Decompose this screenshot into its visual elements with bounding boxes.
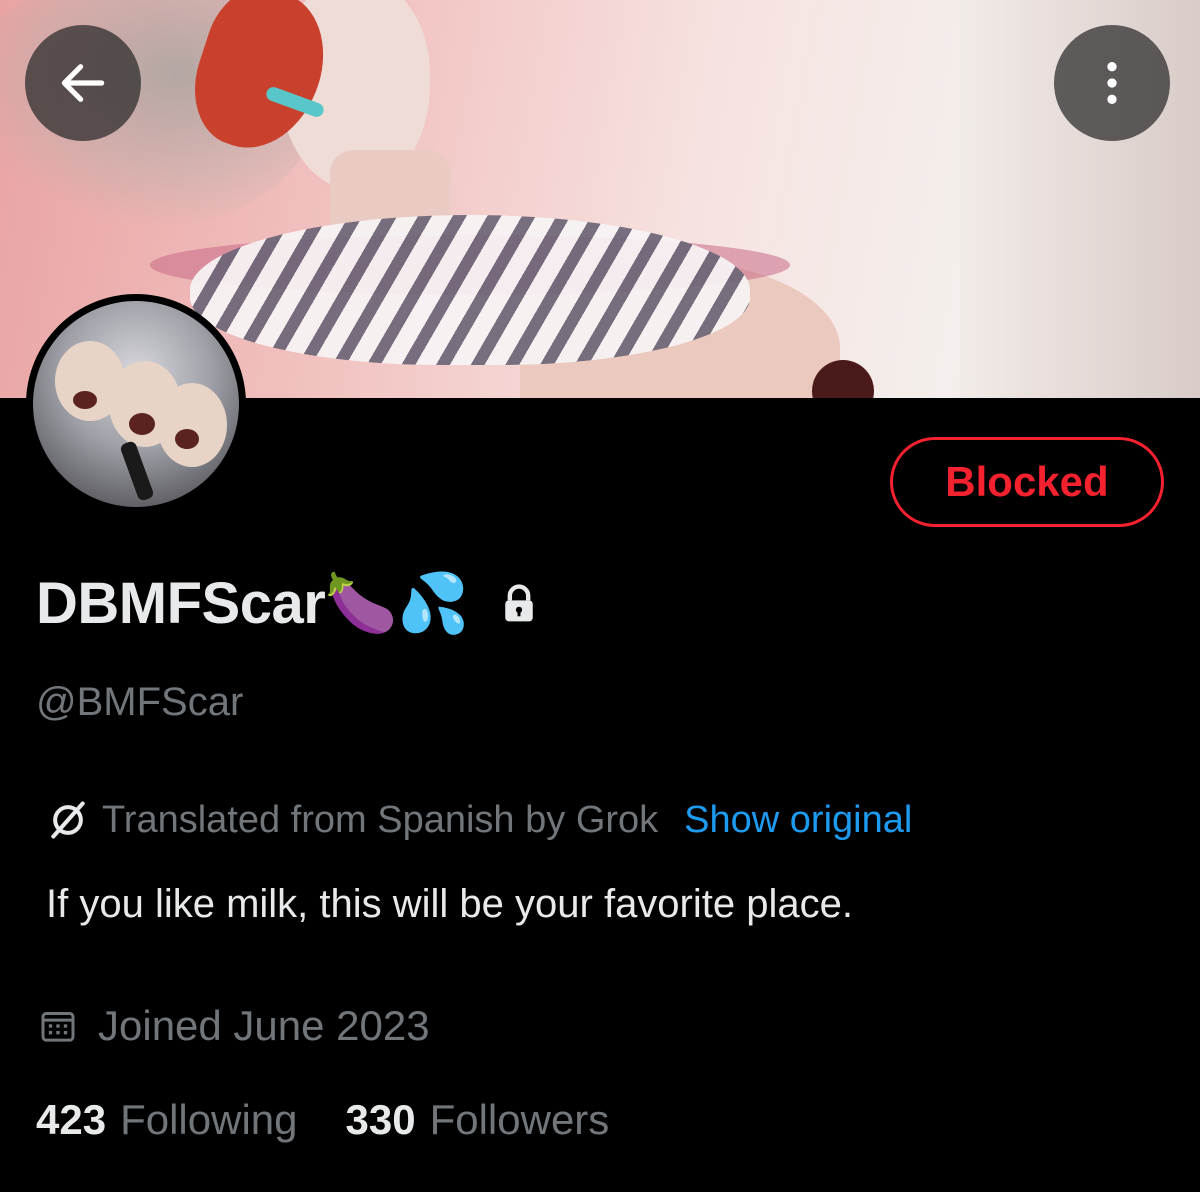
profile-handle: @BMFScar	[36, 680, 244, 724]
avatar-image	[33, 301, 239, 507]
followers-count: 330	[345, 1096, 416, 1143]
calendar-icon	[38, 1006, 78, 1046]
show-original-link[interactable]: Show original	[684, 799, 912, 842]
lock-icon	[497, 582, 541, 626]
display-name-text: DBMFScar🍆💦	[36, 571, 469, 636]
followers-link[interactable]: 330 Followers	[346, 1096, 610, 1144]
joined-text: Joined June 2023	[98, 1002, 430, 1049]
profile-display-name: DBMFScar🍆💦	[36, 570, 541, 638]
following-count: 423	[36, 1096, 107, 1143]
more-vertical-icon	[1107, 62, 1117, 104]
back-button[interactable]	[25, 25, 141, 141]
grok-icon	[46, 798, 90, 842]
blocked-button[interactable]: Blocked	[890, 437, 1164, 527]
following-label: Following	[120, 1096, 298, 1143]
profile-bio: If you like milk, this will be your favo…	[46, 882, 853, 926]
followers-label: Followers	[429, 1096, 610, 1143]
translation-notice: Translated from Spanish by Grok Show ori…	[46, 798, 912, 842]
arrow-left-icon	[61, 64, 105, 102]
following-link[interactable]: 423 Following	[36, 1096, 298, 1144]
follow-stats: 423 Following 330 Followers	[36, 1096, 609, 1144]
translation-text: Translated from Spanish by Grok	[102, 798, 659, 841]
joined-date: Joined June 2023	[38, 1002, 430, 1050]
profile-avatar[interactable]	[26, 294, 246, 514]
banner-art-collar	[190, 215, 750, 365]
more-options-button[interactable]	[1054, 25, 1170, 141]
